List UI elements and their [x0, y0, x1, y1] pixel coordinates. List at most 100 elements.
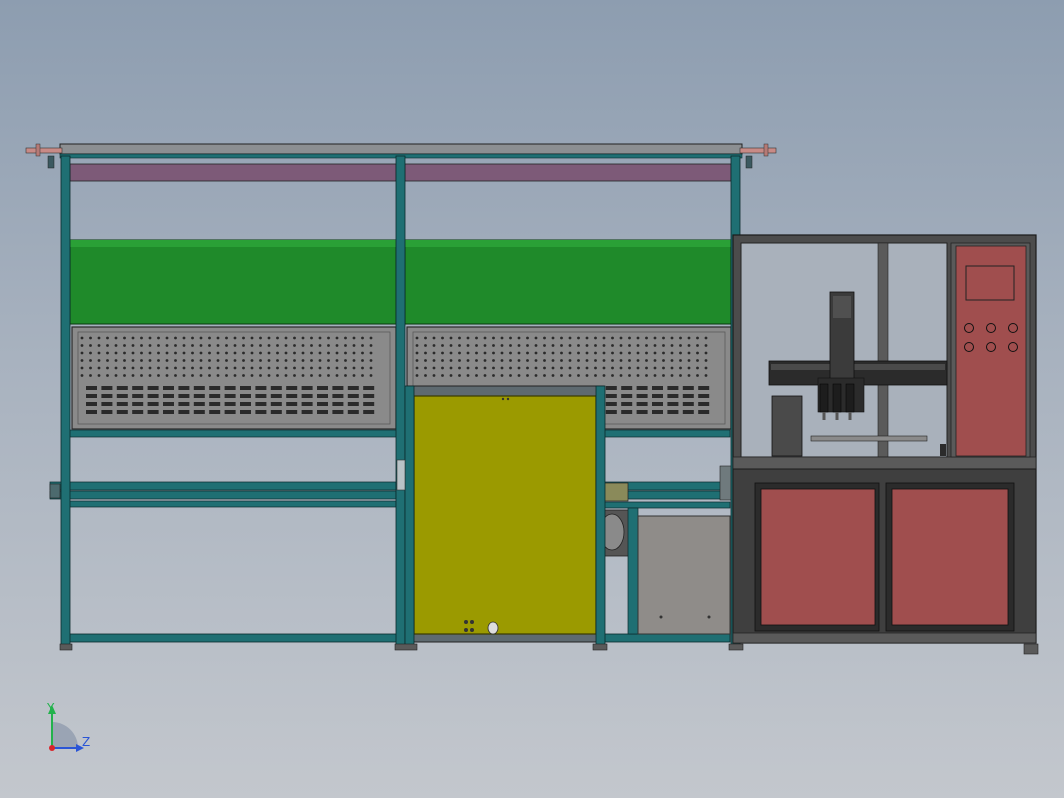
perforation-hole [475, 359, 478, 362]
perforation-hole [242, 351, 245, 355]
vent-slot [193, 394, 205, 398]
panel-button[interactable] [1008, 342, 1018, 352]
perforation-hole [182, 359, 186, 362]
vent-slot [209, 402, 221, 406]
perforation-hole [352, 374, 356, 377]
perforation-hole [284, 359, 288, 362]
perforation-hole [148, 351, 152, 355]
perforation-hole [216, 344, 220, 347]
perforation-hole [310, 374, 313, 377]
perforation-hole [242, 366, 245, 370]
perforation-hole [670, 336, 674, 340]
perforation-hole [449, 351, 453, 355]
perforation-hole [560, 336, 563, 340]
perforation-hole [233, 359, 237, 362]
perforation-hole [131, 344, 135, 347]
perforation-hole [534, 351, 538, 355]
perforation-hole [568, 359, 572, 362]
vent-slot [332, 410, 344, 414]
perforation-hole [585, 351, 589, 355]
perforation-hole [216, 374, 220, 377]
perforation-hole [361, 344, 364, 347]
hmi-screen[interactable] [965, 265, 1015, 301]
perforation-hole [483, 351, 487, 355]
vent-slot [224, 394, 236, 398]
perforation-hole [500, 374, 504, 377]
perforation-hole [415, 344, 419, 347]
perforation-hole [449, 366, 453, 370]
perforation-hole [679, 374, 682, 377]
vent-slot [101, 402, 113, 406]
perforation-hole [432, 344, 436, 347]
perforation-hole [594, 366, 597, 370]
perforation-hole [165, 336, 169, 340]
panel-button[interactable] [1008, 323, 1018, 333]
perforation-hole [344, 374, 347, 377]
vent-slot [347, 394, 359, 398]
perforation-hole [165, 344, 169, 347]
perforation-hole [123, 359, 126, 362]
panel-button[interactable] [964, 323, 974, 333]
perforation-hole [466, 344, 470, 347]
perforation-hole [653, 366, 657, 370]
perforation-hole [475, 366, 478, 370]
perforation-hole [174, 366, 177, 370]
perforation-hole [432, 374, 436, 377]
perforation-hole [89, 344, 92, 347]
perforation-hole [123, 366, 126, 370]
perforation-hole [670, 351, 674, 355]
perforation-hole [475, 351, 478, 355]
panel-button[interactable] [986, 342, 996, 352]
control-panel [950, 242, 1031, 458]
perforation-hole [157, 336, 160, 340]
vent-slot [178, 402, 190, 406]
perforation-hole [466, 374, 470, 377]
vent-slot [178, 410, 190, 414]
perforation-hole [131, 366, 135, 370]
z-axis-label: Z [82, 735, 90, 749]
perforation-hole [199, 336, 203, 340]
perforation-hole [492, 366, 495, 370]
panel-button[interactable] [964, 342, 974, 352]
perforation-hole [645, 374, 648, 377]
perforation-hole [636, 366, 640, 370]
perforation-hole [199, 344, 203, 347]
left-air-pipe [25, 143, 63, 169]
vent-slot [332, 402, 344, 406]
vent-slot [682, 410, 694, 414]
vent-slot [605, 386, 617, 390]
perforation-hole [517, 366, 521, 370]
vent-slot [255, 386, 267, 390]
vent-slot [270, 394, 282, 398]
perforation-hole [174, 359, 177, 362]
perforation-hole [611, 344, 614, 347]
perforation-hole [131, 351, 135, 355]
perforation-hole [344, 366, 347, 370]
perforation-hole [284, 366, 288, 370]
perforation-hole [131, 359, 135, 362]
perforation-hole [301, 374, 305, 377]
perforation-hole [327, 336, 330, 340]
perforation-hole [424, 336, 427, 340]
perforation-hole [276, 374, 279, 377]
perforation-hole [415, 336, 419, 340]
perforation-hole [140, 351, 143, 355]
perforation-hole [449, 336, 453, 340]
perforation-hole [140, 366, 143, 370]
perforation-hole [636, 351, 640, 355]
perforation-hole [293, 366, 296, 370]
perforation-hole [80, 374, 84, 377]
perforation-hole [653, 374, 657, 377]
vent-slot [652, 402, 663, 406]
perforation-hole [174, 351, 177, 355]
panel-button[interactable] [986, 323, 996, 333]
cad-viewport[interactable]: Y Z [0, 0, 1064, 798]
vent-slot [86, 402, 97, 406]
perforation-hole [174, 374, 177, 377]
vent-slot [147, 402, 159, 406]
perforation-hole [259, 336, 262, 340]
perforation-hole [619, 374, 623, 377]
perforation-hole [568, 351, 572, 355]
perforation-hole [492, 374, 495, 377]
vent-slot [332, 386, 344, 390]
